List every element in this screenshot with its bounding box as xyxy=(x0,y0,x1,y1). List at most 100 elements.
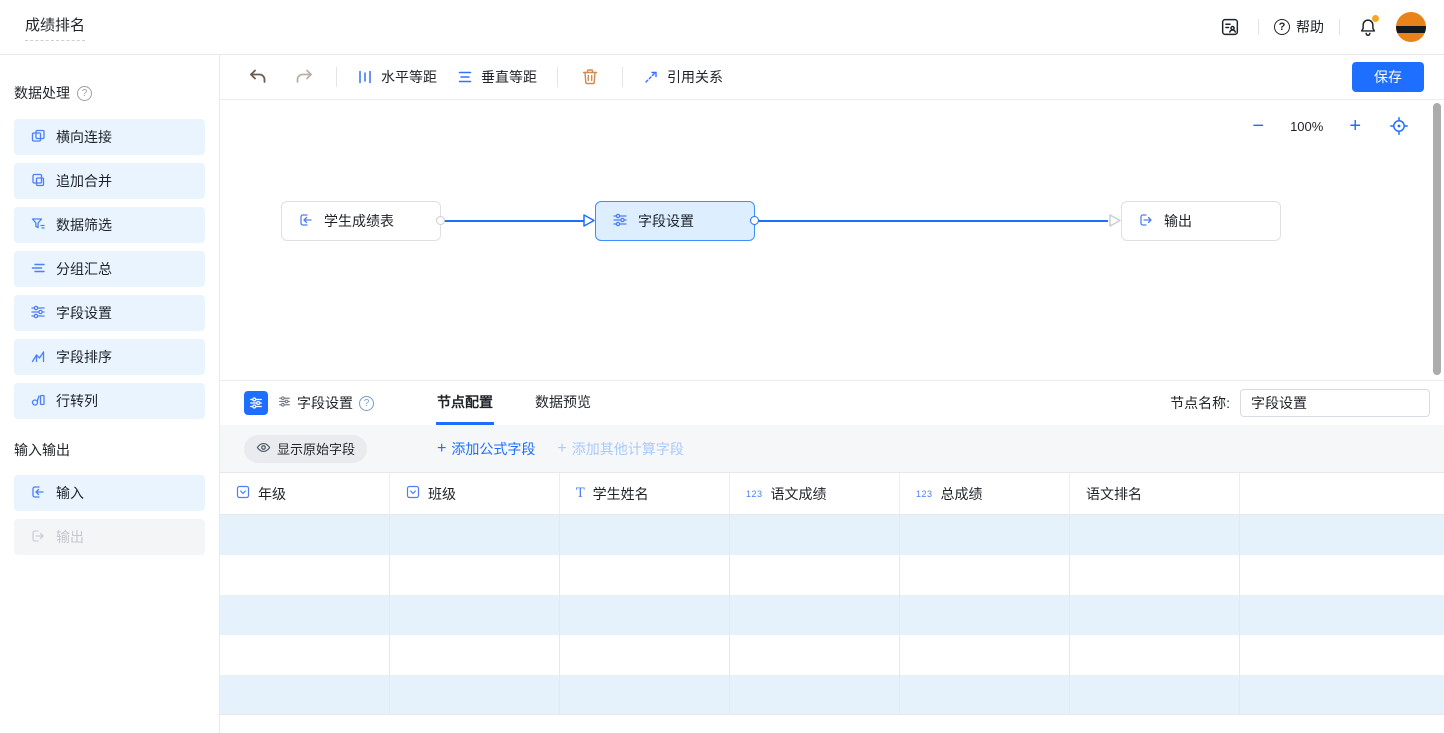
help-icon: ? xyxy=(1274,19,1290,35)
divider xyxy=(557,67,558,87)
field-table-header: 年级 班级 T 学生姓名 123 语文成绩 123 总成绩 语文排名 xyxy=(220,472,1444,515)
plus-icon: + xyxy=(437,441,446,457)
sidebar-item-data-filter[interactable]: 数据筛选 xyxy=(14,207,205,243)
table-row xyxy=(220,555,1444,595)
eye-icon xyxy=(256,440,271,458)
notification-bell-icon[interactable] xyxy=(1355,14,1381,40)
transpose-icon xyxy=(30,392,46,411)
sidebar-item-label: 输入 xyxy=(56,483,84,503)
node-name-field: 节点名称: xyxy=(1170,389,1430,417)
section-help-icon[interactable]: ? xyxy=(77,86,92,101)
sidebar-item-field-sort[interactable]: 字段排序 xyxy=(14,339,205,375)
table-row xyxy=(220,595,1444,635)
add-other-calc-field-button: + 添加其他计算字段 xyxy=(557,439,683,459)
section-title: 输入输出 xyxy=(14,440,70,460)
zoom-out-button[interactable]: − xyxy=(1252,116,1264,136)
canvas-scrollbar[interactable] xyxy=(1433,103,1441,375)
help-button[interactable]: ? 帮助 xyxy=(1274,17,1324,37)
divider xyxy=(336,67,337,87)
sidebar-item-label: 行转列 xyxy=(56,391,98,411)
column-label: 语文排名 xyxy=(1086,484,1142,504)
panel-help-icon[interactable]: ? xyxy=(359,396,374,411)
sidebar-item-label: 横向连接 xyxy=(56,127,112,147)
divider xyxy=(1258,19,1259,35)
node-label: 输出 xyxy=(1164,211,1192,231)
vertical-spacing-label: 垂直等距 xyxy=(481,67,537,87)
delete-trash-icon[interactable] xyxy=(578,65,602,89)
output-icon xyxy=(1138,212,1154,231)
text-type-icon: T xyxy=(576,487,585,500)
panel-title-group: 字段设置 ? xyxy=(278,393,374,413)
sidebar-item-horizontal-join[interactable]: 横向连接 xyxy=(14,119,205,155)
panel-title: 字段设置 xyxy=(297,393,353,413)
node-field-settings[interactable]: 字段设置 xyxy=(595,201,755,241)
tab-data-preview[interactable]: 数据预览 xyxy=(534,381,592,425)
column-header-class[interactable]: 班级 xyxy=(390,473,560,514)
sidebar-section-input-output: 输入输出 xyxy=(14,440,205,460)
node-name-label: 节点名称: xyxy=(1170,393,1230,413)
column-label: 年级 xyxy=(258,484,286,504)
dimension-icon xyxy=(236,485,250,502)
column-header-total-score[interactable]: 123 总成绩 xyxy=(900,473,1070,514)
node-config-panel: 字段设置 ? 节点配置 数据预览 节点名称: 显示原始字段 + 添加公式字段 xyxy=(220,381,1444,733)
sidebar-item-input[interactable]: 输入 xyxy=(14,475,205,511)
number-type-icon: 123 xyxy=(746,489,763,499)
node-name-input[interactable] xyxy=(1240,389,1430,417)
vertical-spacing-icon xyxy=(457,69,473,85)
sidebar-item-label: 字段设置 xyxy=(56,303,112,323)
node-student-score-table[interactable]: 学生成绩表 xyxy=(281,201,441,241)
zoom-controls: − 100% + xyxy=(1252,114,1411,138)
sidebar-item-output: 输出 xyxy=(14,519,205,555)
show-original-fields-toggle[interactable]: 显示原始字段 xyxy=(244,435,367,463)
sidebar-item-label: 字段排序 xyxy=(56,347,112,367)
reference-relation-button[interactable]: 引用关系 xyxy=(643,67,723,87)
join-icon xyxy=(30,128,46,147)
column-label: 语文成绩 xyxy=(771,484,827,504)
input-icon xyxy=(30,484,46,503)
sidebar-section-data-processing: 数据处理 ? xyxy=(14,83,205,103)
sidebar-item-append-merge[interactable]: 追加合并 xyxy=(14,163,205,199)
undo-button[interactable] xyxy=(246,65,270,89)
node-label: 学生成绩表 xyxy=(324,211,394,231)
app-root: 成绩排名 ? 帮助 xyxy=(0,0,1444,733)
reference-relation-label: 引用关系 xyxy=(667,67,723,87)
tab-node-config[interactable]: 节点配置 xyxy=(436,381,494,425)
append-icon xyxy=(30,172,46,191)
sidebar-item-group-summary[interactable]: 分组汇总 xyxy=(14,251,205,287)
redo-button[interactable] xyxy=(292,65,316,89)
vertical-spacing-button[interactable]: 垂直等距 xyxy=(457,67,537,87)
save-button[interactable]: 保存 xyxy=(1352,62,1424,92)
column-header-chinese-score[interactable]: 123 语文成绩 xyxy=(730,473,900,514)
group-icon xyxy=(30,260,46,279)
field-settings-icon xyxy=(244,391,268,415)
column-header-chinese-rank[interactable]: 语文排名 xyxy=(1070,473,1240,514)
horizontal-spacing-icon xyxy=(357,69,373,85)
column-header-empty xyxy=(1240,473,1444,514)
sidebar-item-label: 数据筛选 xyxy=(56,215,112,235)
sidebar-item-row-to-column[interactable]: 行转列 xyxy=(14,383,205,419)
user-avatar[interactable] xyxy=(1396,12,1426,42)
sliders-icon xyxy=(612,212,628,231)
show-original-fields-label: 显示原始字段 xyxy=(277,439,355,458)
connector-port[interactable] xyxy=(436,216,445,225)
sidebar-item-field-settings[interactable]: 字段设置 xyxy=(14,295,205,331)
connector-port[interactable] xyxy=(750,216,759,225)
sliders-icon xyxy=(30,304,46,323)
directory-icon[interactable] xyxy=(1217,14,1243,40)
dimension-icon xyxy=(406,485,420,502)
column-header-grade[interactable]: 年级 xyxy=(220,473,390,514)
page-title[interactable]: 成绩排名 xyxy=(25,14,85,41)
edge-input-to-fieldsettings xyxy=(444,220,584,222)
fit-view-target-icon[interactable] xyxy=(1387,114,1411,138)
flow-canvas[interactable]: − 100% + 学生成绩表 字段设置 输出 xyxy=(220,100,1444,381)
edge-fieldsettings-to-output xyxy=(758,220,1108,222)
panel-actions-row: 显示原始字段 + 添加公式字段 + 添加其他计算字段 xyxy=(220,425,1444,472)
node-output[interactable]: 输出 xyxy=(1121,201,1281,241)
table-row xyxy=(220,635,1444,675)
column-header-student-name[interactable]: T 学生姓名 xyxy=(560,473,730,514)
zoom-in-button[interactable]: + xyxy=(1349,116,1361,136)
output-icon xyxy=(30,528,46,547)
sidebar: 数据处理 ? 横向连接 追加合并 数据筛选 分组汇总 字段设置 字段排序 xyxy=(0,55,220,733)
add-formula-field-button[interactable]: + 添加公式字段 xyxy=(437,439,535,459)
horizontal-spacing-button[interactable]: 水平等距 xyxy=(357,67,437,87)
